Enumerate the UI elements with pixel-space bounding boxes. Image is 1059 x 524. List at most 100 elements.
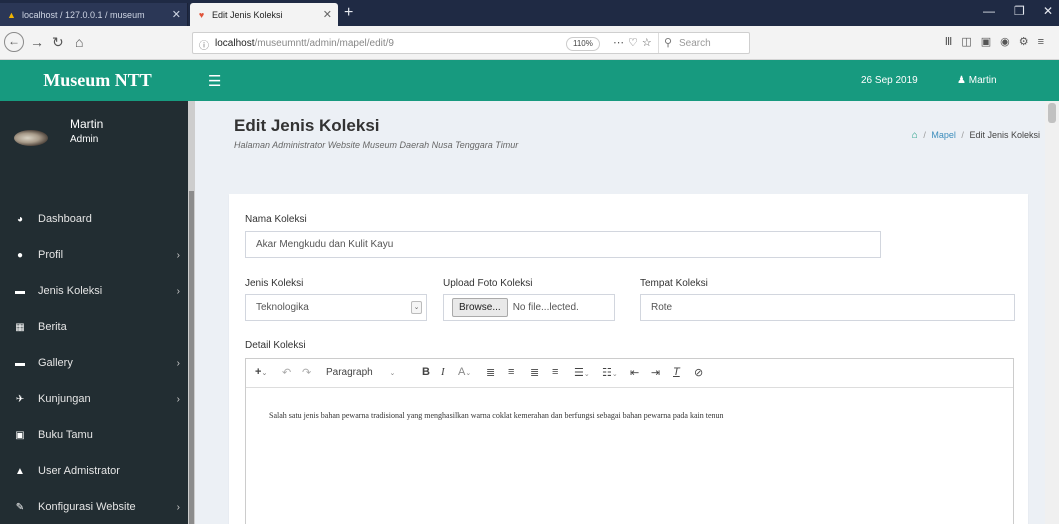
nama-koleksi-input[interactable]: Akar Mengkudu dan Kulit Kayu <box>245 231 881 258</box>
restore-window-icon[interactable]: ❐ <box>1014 4 1025 18</box>
sidebar-menu: ◕ Dashboard ● Profil › ▬ Jenis Koleksi ›… <box>0 201 195 524</box>
tempat-koleksi-label: Tempat Koleksi <box>640 278 708 289</box>
site-favicon-icon: ♥ <box>198 9 205 20</box>
sidebar-item-kunjungan[interactable]: ✈ Kunjungan › <box>0 381 195 417</box>
breadcrumb-separator: / <box>961 130 964 140</box>
chevron-right-icon: › <box>176 501 180 513</box>
bold-icon[interactable]: B <box>422 366 430 378</box>
url-host: localhost <box>215 38 255 49</box>
visit-icon: ✈ <box>15 393 25 405</box>
new-tab-icon[interactable]: + <box>344 4 353 22</box>
outdent-icon[interactable]: ⇤ <box>630 366 639 379</box>
tab-title: Edit Jenis Koleksi <box>212 9 283 20</box>
tempat-koleksi-input[interactable]: Rote <box>640 294 1015 321</box>
user-name: Martin <box>70 117 104 131</box>
edit-form-box: Nama Koleksi Akar Mengkudu dan Kulit Kay… <box>229 194 1028 524</box>
page-scrollbar-thumb[interactable] <box>1048 103 1056 123</box>
sidebar-item-jenis-koleksi[interactable]: ▬ Jenis Koleksi › <box>0 273 195 309</box>
align-right-icon[interactable]: ≣ <box>530 366 539 379</box>
zoom-level-badge[interactable]: 110% <box>566 37 600 51</box>
hamburger-menu-icon[interactable]: ☰ <box>208 72 221 90</box>
sidebar-item-buku-tamu[interactable]: ▣ Buku Tamu <box>0 417 195 453</box>
sidebar-item-label: Buku Tamu <box>38 429 93 441</box>
help-icon[interactable]: ⊘ <box>694 366 703 379</box>
toolbar-extension-icons[interactable]: Ⅲ◫▣◉⚙≡ <box>945 35 1053 48</box>
align-left-icon[interactable]: ≣ <box>486 366 495 379</box>
header-user-menu[interactable]: ♟ Martin <box>957 75 997 86</box>
main-header: ☰ 26 Sep 2019 ♟ Martin <box>195 60 1059 101</box>
avatar <box>14 130 48 146</box>
sidebar-item-berita[interactable]: ▦ Berita <box>0 309 195 345</box>
no-file-text: No file...lected. <box>512 302 579 313</box>
forward-arrow-icon[interactable]: → <box>30 33 44 51</box>
breadcrumb-link-mapel[interactable]: Mapel <box>931 130 956 140</box>
chevron-right-icon: › <box>176 393 180 405</box>
sidebar-item-label: Dashboard <box>38 213 92 225</box>
sidebar-scrollbar[interactable] <box>188 101 195 524</box>
page-title: Edit Jenis Koleksi <box>234 116 380 135</box>
brand-logo[interactable]: Museum NTT <box>0 60 195 101</box>
user-panel: Martin Admin <box>0 101 195 171</box>
italic-icon[interactable]: I <box>441 366 445 378</box>
browser-tab-phpmyadmin[interactable]: ▲ localhost / 127.0.0.1 / museum ✕ <box>0 3 188 26</box>
home-icon[interactable]: ⌂ <box>75 33 83 51</box>
browse-button[interactable]: Browse... <box>452 298 508 317</box>
undo-icon[interactable]: ↶ <box>282 366 291 379</box>
page-scrollbar[interactable] <box>1045 101 1059 524</box>
editor-toolbar: +⌄ ↶ ↷ Paragraph ⌄ B I A⌄ ≣ ≡ ≣ ≡ ☰⌄ ☷⌄ … <box>246 359 1013 388</box>
user-icon: ♟ <box>957 75 966 86</box>
breadcrumb-separator: / <box>923 130 926 140</box>
close-window-icon[interactable]: ✕ <box>1043 4 1053 18</box>
profile-icon: ● <box>16 249 24 261</box>
clear-formatting-icon[interactable]: T <box>673 366 680 378</box>
jenis-koleksi-select[interactable]: Teknologika ⌄ <box>245 294 427 321</box>
close-tab-icon[interactable]: ✕ <box>172 8 181 21</box>
detail-koleksi-label: Detail Koleksi <box>245 340 306 351</box>
address-bar[interactable]: ⓘ localhost/museumntt/admin/mapel/edit/9… <box>192 32 750 54</box>
home-icon[interactable]: ⌂ <box>912 130 918 141</box>
url-path: /museumntt/admin/mapel/edit/9 <box>254 38 394 49</box>
insert-icon[interactable]: +⌄ <box>255 366 267 378</box>
page-actions-icons[interactable]: ⋯♡☆ <box>613 36 656 49</box>
sidebar-item-dashboard[interactable]: ◕ Dashboard <box>0 201 195 237</box>
jenis-koleksi-label: Jenis Koleksi <box>245 278 304 289</box>
close-tab-icon[interactable]: ✕ <box>323 8 332 21</box>
browser-search-box[interactable]: ⚲ Search <box>658 33 750 53</box>
browser-tab-edit-jenis-koleksi[interactable]: ♥ Edit Jenis Koleksi ✕ <box>190 3 338 26</box>
redo-icon[interactable]: ↷ <box>302 366 311 379</box>
wrench-icon: ✎ <box>15 501 25 513</box>
site-info-icon[interactable]: ⓘ <box>199 37 209 52</box>
sidebar-item-label: User Admistrator <box>38 465 120 477</box>
nama-koleksi-label: Nama Koleksi <box>245 214 307 225</box>
editor-content[interactable]: Salah satu jenis bahan pewarna tradision… <box>269 411 724 420</box>
format-select-value: Paragraph <box>326 367 373 378</box>
chevron-right-icon: › <box>176 285 180 297</box>
sidebar-item-konfigurasi-website[interactable]: ✎ Konfigurasi Website › <box>0 489 195 524</box>
format-select[interactable]: Paragraph ⌄ <box>326 367 395 378</box>
sidebar-item-gallery[interactable]: ▬ Gallery › <box>0 345 195 381</box>
indent-icon[interactable]: ⇥ <box>651 366 660 379</box>
sidebar-scrollbar-thumb[interactable] <box>189 191 194 524</box>
breadcrumb-current: Edit Jenis Koleksi <box>969 130 1040 140</box>
numbered-list-icon[interactable]: ☷⌄ <box>602 366 618 379</box>
search-icon: ⚲ <box>664 37 673 49</box>
minimize-window-icon[interactable]: — <box>983 4 995 18</box>
bullet-list-icon[interactable]: ☰⌄ <box>574 366 590 379</box>
rich-text-editor[interactable]: +⌄ ↶ ↷ Paragraph ⌄ B I A⌄ ≣ ≡ ≣ ≡ ☰⌄ ☷⌄ … <box>245 358 1014 524</box>
news-icon: ▦ <box>15 321 25 333</box>
text-color-icon[interactable]: A⌄ <box>458 366 471 378</box>
reload-icon[interactable]: ↻ <box>52 33 64 51</box>
align-justify-icon[interactable]: ≡ <box>552 366 558 378</box>
phpmyadmin-favicon-icon: ▲ <box>7 9 16 20</box>
breadcrumb: ⌂ / Mapel / Edit Jenis Koleksi <box>912 130 1040 141</box>
lock-icon: ▲ <box>15 465 25 477</box>
sidebar-item-label: Konfigurasi Website <box>38 501 136 513</box>
upload-foto-input[interactable]: Browse... No file...lected. <box>443 294 615 321</box>
sidebar-item-profil[interactable]: ● Profil › <box>0 237 195 273</box>
chevron-down-icon: ⌄ <box>411 301 422 314</box>
sidebar-item-label: Gallery <box>38 357 73 369</box>
back-arrow-icon[interactable]: ← <box>4 32 24 52</box>
sidebar-item-user-admistrator[interactable]: ▲ User Admistrator <box>0 453 195 489</box>
guestbook-icon: ▣ <box>15 429 25 441</box>
align-center-icon[interactable]: ≡ <box>508 366 514 378</box>
